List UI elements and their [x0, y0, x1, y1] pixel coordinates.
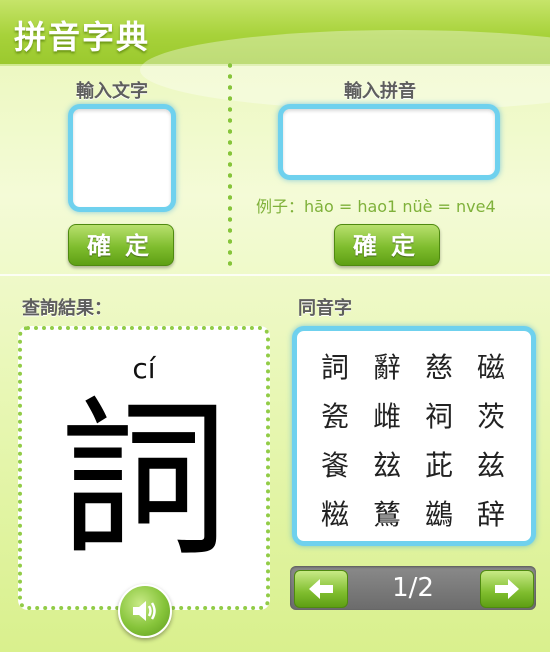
title-bar: 拼音字典 [0, 0, 550, 110]
pinyin-input-field[interactable] [278, 104, 500, 180]
homophone-char[interactable]: 鶿 [361, 490, 413, 539]
homophones-grid: 詞 辭 慈 磁 瓷 雌 祠 茨 餈 玆 茈 兹 糍 鶿 鷀 辞 [309, 343, 519, 539]
homophone-char[interactable]: 辞 [465, 490, 517, 539]
app-window: 拼音字典 輸入文字 確定 輸入拼音 例子：hāo = hao1 nüè = nv… [0, 0, 550, 652]
app-title: 拼音字典 [14, 18, 151, 56]
homophone-char[interactable]: 茈 [413, 441, 465, 490]
text-input-field[interactable] [68, 104, 176, 212]
prev-page-button[interactable] [294, 570, 348, 608]
result-pinyin: cí [132, 352, 156, 385]
text-input-label: 輸入文字 [76, 81, 148, 102]
homophone-char[interactable]: 鷀 [413, 490, 465, 539]
homophones-label: 同音字 [298, 298, 352, 319]
page-indicator: 1/2 [392, 573, 434, 603]
homophone-char[interactable]: 兹 [465, 441, 517, 490]
result-character: 詞 [58, 382, 229, 580]
homophone-char[interactable]: 詞 [309, 343, 361, 392]
homophone-char[interactable]: 慈 [413, 343, 465, 392]
homophone-char[interactable]: 祠 [413, 392, 465, 441]
pager-bar: 1/2 [290, 566, 536, 610]
speaker-button[interactable] [118, 584, 172, 638]
homophone-char[interactable]: 玆 [361, 441, 413, 490]
homophone-char[interactable]: 瓷 [309, 392, 361, 441]
homophone-char[interactable]: 磁 [465, 343, 517, 392]
result-card: cí 詞 [18, 326, 270, 610]
section-divider [228, 60, 232, 270]
homophone-char[interactable]: 糍 [309, 490, 361, 539]
next-page-button[interactable] [480, 570, 534, 608]
homophone-char[interactable]: 辭 [361, 343, 413, 392]
homophone-char[interactable]: 茨 [465, 392, 517, 441]
homophone-char[interactable]: 餈 [309, 441, 361, 490]
text-confirm-button[interactable]: 確定 [68, 224, 174, 266]
pinyin-input-label: 輸入拼音 [344, 81, 416, 102]
homophones-panel: 詞 辭 慈 磁 瓷 雌 祠 茨 餈 玆 茈 兹 糍 鶿 鷀 辞 [292, 326, 536, 546]
pinyin-confirm-button[interactable]: 確定 [334, 224, 440, 266]
homophone-char[interactable]: 雌 [361, 392, 413, 441]
result-label: 查詢結果： [22, 298, 112, 319]
pinyin-example-text: 例子：hāo = hao1 nüè = nve4 [256, 197, 496, 216]
horizontal-divider [0, 274, 550, 276]
